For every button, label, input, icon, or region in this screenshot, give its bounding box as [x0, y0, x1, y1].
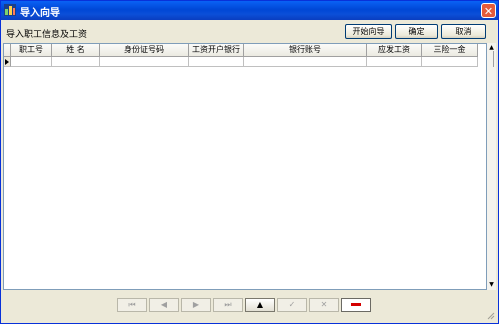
column-header-employee-id[interactable]: 职工号 [11, 44, 52, 57]
nav-post-button[interactable]: ✓ [277, 298, 307, 312]
indicator-header [4, 44, 11, 57]
cell-gross-pay[interactable] [367, 57, 422, 67]
last-record-icon: ⏭ [224, 300, 232, 309]
window-title: 导入向导 [20, 8, 60, 19]
content-area: 导入职工信息及工资 开始向导 确定 取消 职工号 姓 名 身份证号码 工资开户银… [3, 21, 496, 321]
vertical-scrollbar[interactable]: ▲ ▼ [487, 43, 496, 290]
column-header-id-number[interactable]: 身份证号码 [100, 44, 189, 57]
column-header-account[interactable]: 银行账号 [244, 44, 367, 57]
nav-cancel-button[interactable]: ✕ [309, 298, 339, 312]
column-header-insurance[interactable]: 三险一金 [422, 44, 478, 57]
cell-bank[interactable] [189, 57, 244, 67]
cell-employee-id[interactable] [11, 57, 52, 67]
import-wizard-window: 导入向导 ✕ 导入职工信息及工资 开始向导 确定 取消 职工号 姓 名 身份证号… [0, 0, 499, 324]
data-grid[interactable]: 职工号 姓 名 身份证号码 工资开户银行 银行账号 应发工资 三险一金 [3, 43, 487, 290]
column-header-gross-pay[interactable]: 应发工资 [367, 44, 422, 57]
nav-delete-button[interactable] [341, 298, 371, 312]
nav-prior-button[interactable]: ◀ [149, 298, 179, 312]
next-record-icon: ▶ [192, 300, 200, 309]
cell-insurance[interactable] [422, 57, 478, 67]
post-record-icon: ✓ [288, 300, 296, 309]
nav-first-button[interactable]: ⏮ [117, 298, 147, 312]
scrollbar-thumb[interactable] [493, 51, 496, 67]
cell-name[interactable] [52, 57, 100, 67]
cancel-button[interactable]: 取消 [441, 24, 486, 39]
delete-record-icon [351, 303, 361, 306]
nav-next-button[interactable]: ▶ [181, 298, 211, 312]
nav-insert-button[interactable]: ▲ [245, 298, 275, 312]
ok-button[interactable]: 确定 [395, 24, 438, 39]
insert-record-icon: ▲ [256, 300, 264, 309]
scroll-down-icon[interactable]: ▼ [487, 280, 496, 290]
grid-header: 职工号 姓 名 身份证号码 工资开户银行 银行账号 应发工资 三险一金 [4, 44, 486, 57]
app-icon [4, 4, 16, 16]
column-header-name[interactable]: 姓 名 [52, 44, 100, 57]
current-row-indicator-icon [4, 57, 11, 67]
nav-last-button[interactable]: ⏭ [213, 298, 243, 312]
title-bar[interactable]: 导入向导 ✕ [1, 1, 498, 20]
start-wizard-button[interactable]: 开始向导 [345, 24, 392, 39]
cell-account[interactable] [244, 57, 367, 67]
resize-grip-icon[interactable] [486, 311, 495, 320]
table-row[interactable] [4, 57, 486, 67]
column-header-bank[interactable]: 工资开户银行 [189, 44, 244, 57]
first-record-icon: ⏮ [128, 300, 136, 309]
close-button[interactable]: ✕ [481, 3, 496, 18]
cell-id-number[interactable] [100, 57, 189, 67]
prior-record-icon: ◀ [160, 300, 168, 309]
close-icon: ✕ [483, 5, 494, 18]
db-navigator: ⏮ ◀ ▶ ⏭ ▲ ✓ ✕ [117, 298, 371, 312]
cancel-edit-icon: ✕ [320, 300, 328, 309]
header-label: 导入职工信息及工资 [6, 30, 88, 40]
